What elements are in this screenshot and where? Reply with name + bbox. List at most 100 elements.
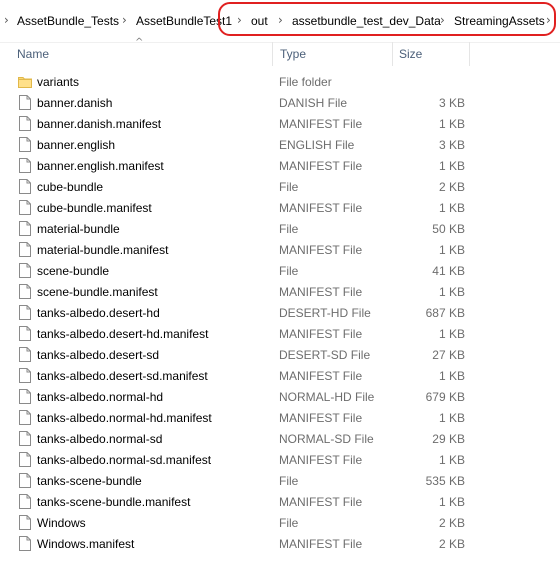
file-size: 1 KB [438, 201, 465, 215]
file-row[interactable]: banner.danish.manifest MANIFEST File 1 KB [0, 114, 560, 135]
file-size: 1 KB [438, 453, 465, 467]
file-size: 2 KB [438, 180, 465, 194]
file-type: File folder [279, 75, 332, 89]
breadcrumb-separator[interactable]: › [4, 13, 9, 27]
file-name: tanks-scene-bundle.manifest [37, 495, 191, 509]
file-row[interactable]: tanks-albedo.desert-sd.manifest MANIFEST … [0, 366, 560, 387]
file-name: cube-bundle [37, 180, 104, 194]
file-icon [19, 179, 31, 194]
file-type: MANIFEST File [279, 243, 363, 257]
file-icon [19, 242, 31, 257]
file-type: MANIFEST File [279, 285, 363, 299]
file-name: banner.english [37, 138, 116, 152]
file-icon [19, 263, 31, 278]
file-size: 1 KB [438, 495, 465, 509]
file-name: tanks-albedo.desert-sd.manifest [37, 369, 208, 383]
address-breadcrumb[interactable]: › AssetBundle_Tests › AssetBundleTest1 ›… [0, 0, 560, 43]
file-row[interactable]: tanks-albedo.normal-sd.manifest MANIFEST … [0, 450, 560, 471]
file-icon [19, 305, 31, 320]
file-icon [19, 326, 31, 341]
file-row[interactable]: Windows.manifest MANIFEST File 2 KB [0, 534, 560, 555]
file-size: 2 KB [438, 537, 465, 551]
file-row[interactable]: banner.english ENGLISH File 3 KB [0, 135, 560, 156]
file-row[interactable]: variants File folder [0, 72, 560, 93]
sort-up-icon: ^ [135, 37, 144, 48]
folder-icon [18, 76, 32, 91]
file-name: tanks-albedo.normal-hd [37, 390, 164, 404]
file-type: DESERT-HD File [279, 306, 371, 320]
file-icon [19, 284, 31, 299]
file-type: MANIFEST File [279, 495, 363, 509]
file-type: MANIFEST File [279, 327, 363, 341]
file-name: Windows.manifest [37, 537, 135, 551]
file-row[interactable]: tanks-albedo.normal-sd NORMAL-SD File 29 K… [0, 429, 560, 450]
file-type: MANIFEST File [279, 159, 363, 173]
file-name: material-bundle.manifest [37, 243, 169, 257]
file-name: tanks-albedo.normal-hd.manifest [37, 411, 212, 425]
file-row[interactable]: tanks-scene-bundle File 535 KB [0, 471, 560, 492]
file-size: 2 KB [438, 516, 465, 530]
file-row[interactable]: tanks-scene-bundle.manifest MANIFEST File… [0, 492, 560, 513]
file-row[interactable]: cube-bundle File 2 KB [0, 177, 560, 198]
file-name: scene-bundle [37, 264, 110, 278]
file-type: NORMAL-SD File [279, 432, 374, 446]
column-header-bar: ^ Name Type Size [0, 37, 560, 66]
file-size: 687 KB [425, 306, 465, 320]
file-row[interactable]: scene-bundle.manifest MANIFEST File 1 KB [0, 282, 560, 303]
file-row[interactable]: tanks-albedo.normal-hd NORMAL-HD File 679 … [0, 387, 560, 408]
file-name: tanks-albedo.desert-sd [37, 348, 160, 362]
column-divider[interactable] [392, 42, 393, 66]
file-icon [19, 431, 31, 446]
file-size: 1 KB [438, 243, 465, 257]
file-row[interactable]: tanks-albedo.desert-hd.manifest MANIFEST … [0, 324, 560, 345]
file-type: File [279, 516, 299, 530]
column-header-name[interactable]: Name [17, 47, 49, 61]
breadcrumb-separator[interactable]: › [122, 13, 127, 27]
file-type: File [279, 474, 299, 488]
file-row[interactable]: material-bundle.manifest MANIFEST File 1 K… [0, 240, 560, 261]
file-icon [19, 221, 31, 236]
column-divider[interactable] [272, 42, 273, 66]
file-row[interactable]: scene-bundle File 41 KB [0, 261, 560, 282]
file-size: 50 KB [432, 222, 465, 236]
file-list: variants File folder banner.danish DANISH F… [0, 72, 560, 555]
file-type: MANIFEST File [279, 369, 363, 383]
file-size: 679 KB [425, 390, 465, 404]
file-name: tanks-albedo.desert-hd.manifest [37, 327, 209, 341]
file-size: 1 KB [438, 285, 465, 299]
file-row[interactable]: Windows File 2 KB [0, 513, 560, 534]
file-type: MANIFEST File [279, 201, 363, 215]
file-row[interactable]: banner.english.manifest MANIFEST File 1 KB [0, 156, 560, 177]
file-icon [19, 200, 31, 215]
file-name: banner.danish [37, 96, 113, 110]
file-name: tanks-albedo.desert-hd [37, 306, 160, 320]
file-icon [19, 116, 31, 131]
file-row[interactable]: banner.danish DANISH File 3 KB [0, 93, 560, 114]
breadcrumb-item-assetbundle-tests[interactable]: AssetBundle_Tests [17, 14, 119, 28]
file-icon [19, 473, 31, 488]
file-type: MANIFEST File [279, 117, 363, 131]
file-type: DANISH File [279, 96, 348, 110]
file-row[interactable]: tanks-albedo.normal-hd.manifest MANIFEST … [0, 408, 560, 429]
file-name: variants [37, 75, 80, 89]
file-size: 3 KB [438, 138, 465, 152]
file-row[interactable]: material-bundle File 50 KB [0, 219, 560, 240]
file-name: scene-bundle.manifest [37, 285, 158, 299]
file-type: File [279, 264, 299, 278]
file-size: 41 KB [432, 264, 465, 278]
file-row[interactable]: cube-bundle.manifest MANIFEST File 1 KB [0, 198, 560, 219]
file-icon [19, 536, 31, 551]
file-icon [19, 158, 31, 173]
file-name: Windows [37, 516, 86, 530]
file-name: banner.english.manifest [37, 159, 164, 173]
column-header-type[interactable]: Type [280, 47, 306, 61]
file-size: 3 KB [438, 96, 465, 110]
file-row[interactable]: tanks-albedo.desert-hd DESERT-HD File 687 … [0, 303, 560, 324]
column-header-size[interactable]: Size [399, 47, 422, 61]
file-row[interactable]: tanks-albedo.desert-sd DESERT-SD File 27 K… [0, 345, 560, 366]
file-type: MANIFEST File [279, 453, 363, 467]
file-icon [19, 95, 31, 110]
file-name: tanks-scene-bundle [37, 474, 142, 488]
column-divider[interactable] [469, 42, 470, 66]
red-highlight-annotation [218, 2, 556, 36]
